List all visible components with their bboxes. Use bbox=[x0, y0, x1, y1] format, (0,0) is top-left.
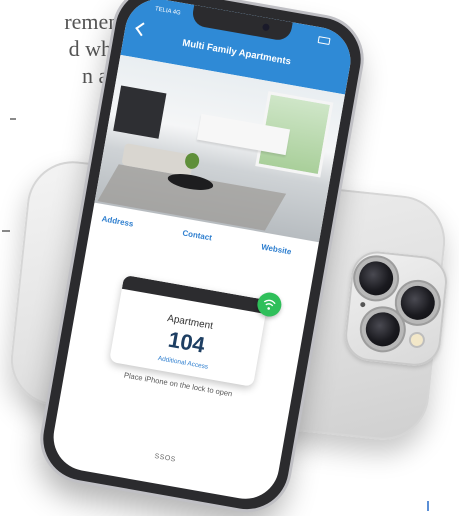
battery-icon bbox=[317, 36, 331, 46]
brand-logo: SSOS bbox=[153, 452, 177, 464]
address-link[interactable]: Address bbox=[101, 214, 134, 228]
camera-module bbox=[342, 248, 450, 369]
background-tick bbox=[2, 230, 10, 232]
status-carrier: TELIA 4G bbox=[154, 6, 182, 17]
camera-mic bbox=[360, 301, 366, 308]
camera-lens bbox=[357, 259, 395, 298]
background-tick bbox=[10, 118, 16, 120]
photo-dark-wall bbox=[113, 85, 167, 139]
website-link[interactable]: Website bbox=[261, 242, 293, 256]
camera-flash bbox=[410, 333, 424, 347]
corner-mark bbox=[427, 501, 429, 511]
contact-link[interactable]: Contact bbox=[182, 228, 213, 242]
camera-lens bbox=[399, 284, 437, 322]
camera-lens bbox=[364, 310, 402, 349]
front-camera bbox=[261, 23, 271, 32]
key-card[interactable]: Apartment 104 Additional Access bbox=[109, 274, 269, 387]
